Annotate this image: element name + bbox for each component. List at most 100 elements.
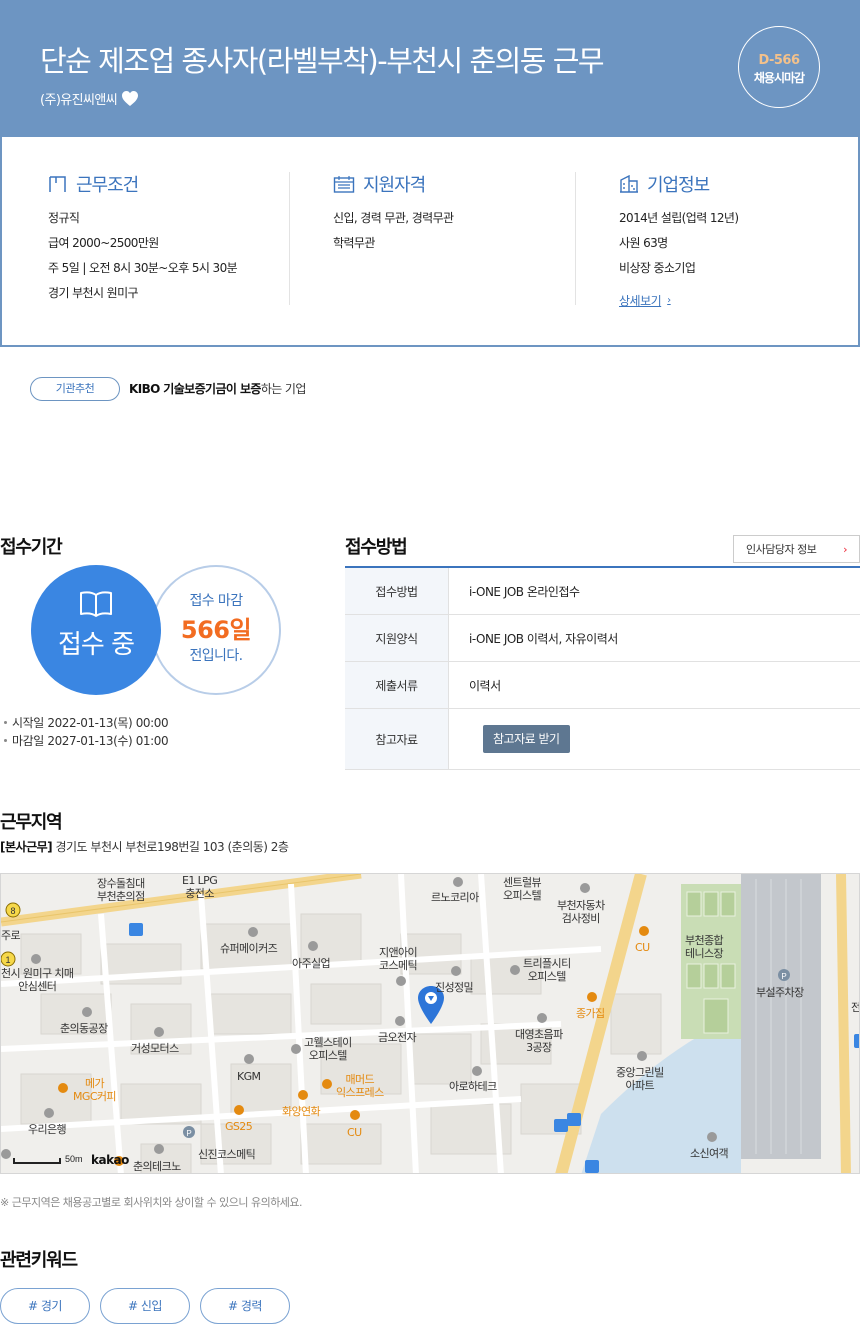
map-label: 고웰스테이 오피스텔 <box>304 1036 352 1062</box>
map-label: 거성모터스 <box>131 1042 179 1055</box>
map-label: 전 <box>851 1001 860 1014</box>
map-label: 부천종합 테니스장 <box>685 934 724 960</box>
founded-year: 2014년 설립(업력 12년) <box>619 211 739 225</box>
recommendation-badge: 기관추천 <box>30 377 120 401</box>
map-label: 춘의테크노 <box>133 1160 181 1173</box>
divider <box>575 172 576 305</box>
row-value: 참고자료 받기 <box>449 709 860 769</box>
scale-label: 50m <box>65 1154 83 1164</box>
map-label: CU <box>347 1126 362 1139</box>
dday-badge: D-566 채용시마감 <box>738 26 820 108</box>
company-type: 비상장 중소기업 <box>619 261 696 275</box>
row-value: 이력서 <box>469 678 501 693</box>
hr-contact-button[interactable]: 인사담당자 정보 › <box>733 535 860 563</box>
map-label: E1 LPG 충전소 <box>182 874 218 900</box>
period-title: 접수기간 <box>0 537 63 558</box>
svg-text:1: 1 <box>5 955 10 965</box>
keyword-tag[interactable]: # 경력 <box>200 1288 290 1324</box>
calendar-icon <box>333 175 355 193</box>
deadline-bottom: 전입니다. <box>189 648 244 664</box>
start-date: 시작일 2022-01-13(목) 00:00 <box>0 714 169 731</box>
company-detail-link[interactable]: 상세보기 › <box>619 292 671 309</box>
map-label: 센트럴뷰 오피스텔 <box>503 876 542 902</box>
map-label: 메가 MGC커피 <box>73 1077 117 1103</box>
company-info: 기업정보 2014년 설립(업력 12년) 사원 63명 비상장 중소기업 상세… <box>619 171 860 309</box>
deadline-days: 566일 <box>180 616 252 644</box>
map-label: 화양연화 <box>282 1105 321 1118</box>
recommendation-text: KIBO 기술보증기금이 보증하는 기업 <box>129 380 306 397</box>
chevron-right-icon: › <box>667 295 671 306</box>
qualifications-title: 지원자격 <box>363 175 426 196</box>
dday-label: 채용시마감 <box>753 71 805 85</box>
company-info-heading: 기업정보 <box>619 171 860 197</box>
map-label: 주로 <box>1 929 21 942</box>
svg-text:P: P <box>781 972 786 981</box>
map-label: 부천자동차 검사정비 <box>557 899 605 925</box>
row-label: 제출서류 <box>345 662 449 708</box>
map-label: 금오전자 <box>378 1031 417 1044</box>
row-value: i-ONE JOB 이력서, 자유이력서 <box>469 631 618 646</box>
row-value: i-ONE JOB 온라인접수 <box>469 584 580 599</box>
location-notice: ※ 근무지역은 채용공고별로 회사위치와 상이할 수 있으니 유의하세요. <box>0 1196 303 1209</box>
map-label: 부설주차장 <box>756 986 804 999</box>
map-label: 진성정밀 <box>435 981 474 994</box>
company-detail-link-label[interactable]: 상세보기 <box>619 292 662 309</box>
table-row: 지원양식 i-ONE JOB 이력서, 자유이력서 <box>345 615 860 662</box>
svg-text:P: P <box>186 1129 191 1138</box>
row-label: 지원양식 <box>345 615 449 661</box>
qualifications-heading: 지원자격 <box>333 171 603 197</box>
location-map[interactable]: 8 1 P P 장수돌침대 부천춘의점 E1 LPG 충전소 르노코리아 센트럴뷰 오… <box>0 873 860 1174</box>
map-label: 춘의동공장 <box>60 1022 108 1035</box>
company-info-title: 기업정보 <box>647 175 710 196</box>
hr-contact-label[interactable]: 인사담당자 정보 <box>746 541 817 557</box>
employee-count: 사원 63명 <box>619 236 668 250</box>
location-title: 근무지역 <box>0 812 63 833</box>
method-table: 접수방법 i-ONE JOB 온라인접수 지원양식 i-ONE JOB 이력서,… <box>345 566 860 770</box>
download-reference-button[interactable]: 참고자료 받기 <box>483 725 570 753</box>
map-label: 아로하테크 <box>449 1080 497 1093</box>
map-label: 대영초음파 3공장 <box>515 1028 563 1054</box>
address-tag: [본사근무] <box>0 840 53 854</box>
row-label: 접수방법 <box>345 568 449 614</box>
dday-count: D-566 <box>758 53 800 68</box>
qualifications: 지원자격 신입, 경력 무관, 경력무관 학력무관 <box>333 171 603 259</box>
map-brand-logo: kakao <box>91 1153 129 1167</box>
work-region: 경기 부천시 원미구 <box>48 286 139 300</box>
deadline-top: 접수 마감 <box>189 593 244 609</box>
map-label: 지앤아이 코스메틱 <box>379 946 418 972</box>
recommendation-bold: KIBO 기술보증기금이 보증 <box>129 382 261 396</box>
end-date: 마감일 2027-01-13(수) 01:00 <box>0 732 169 749</box>
work-conditions-heading: 근무조건 <box>48 171 318 197</box>
education-requirement: 학력무관 <box>333 236 375 250</box>
salary: 급여 2000~2500만원 <box>48 236 159 250</box>
map-label: 신진코스메틱 <box>198 1148 256 1161</box>
map-label: CU <box>635 941 650 954</box>
experience-requirement: 신입, 경력 무관, 경력무관 <box>333 211 454 225</box>
divider <box>289 172 290 305</box>
recommendation-rest: 하는 기업 <box>260 382 307 396</box>
map-label: 중앙그린빌 아파트 <box>616 1066 664 1092</box>
work-address: [본사근무] 경기도 부천시 부천로198번길 103 (춘의동) 2층 <box>0 838 289 855</box>
map-label: KGM <box>237 1070 261 1083</box>
svg-text:8: 8 <box>10 906 15 916</box>
scale-bar <box>13 1158 61 1164</box>
method-title: 접수방법 <box>345 537 408 558</box>
book-icon <box>31 590 161 622</box>
building-icon <box>619 175 639 193</box>
map-label: 매머드 익스프레스 <box>336 1073 384 1099</box>
map-label: 르노코리아 <box>431 891 479 904</box>
keyword-tag[interactable]: # 경기 <box>0 1288 90 1324</box>
address-text: 경기도 부천시 부천로198번길 103 (춘의동) 2층 <box>55 840 289 854</box>
table-row: 제출서류 이력서 <box>345 662 860 709</box>
company-name[interactable]: (주)유진씨앤씨 <box>40 89 118 108</box>
chevron-right-icon: › <box>843 542 847 556</box>
heart-icon[interactable] <box>121 90 139 107</box>
keyword-tag[interactable]: # 신입 <box>100 1288 190 1324</box>
table-row: 참고자료 참고자료 받기 <box>345 709 860 770</box>
document-icon <box>48 175 68 193</box>
map-label: 트리플시티 오피스텔 <box>523 957 571 983</box>
job-summary-box: 근무조건 정규직 급여 2000~2500만원 주 5일 | 오전 8시 30분… <box>0 137 860 347</box>
job-header: 단순 제조업 종사자(라벨부착)-부천시 춘의동 근무 (주)유진씨앤씨 D-5… <box>0 0 860 137</box>
map-label: GS25 <box>225 1120 253 1133</box>
work-hours: 주 5일 | 오전 8시 30분~오후 5시 30분 <box>48 261 238 275</box>
